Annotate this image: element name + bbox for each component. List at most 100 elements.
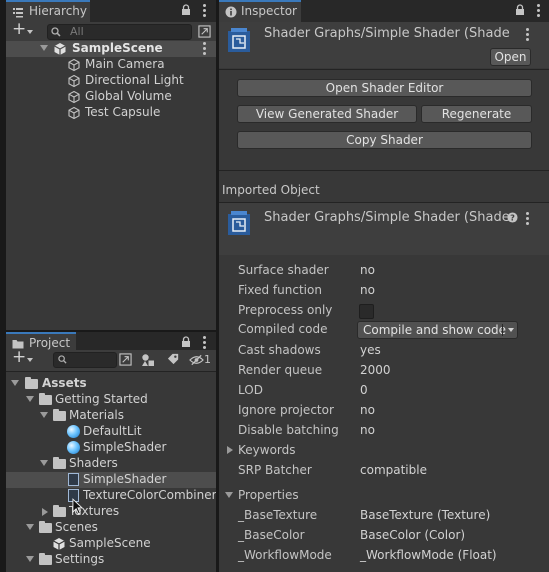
scene-menu-icon[interactable] — [203, 42, 207, 55]
lock-icon[interactable] — [181, 336, 191, 348]
inspector-menu-icon[interactable] — [537, 4, 541, 17]
project-tree-item[interactable]: Shaders — [6, 456, 216, 472]
foldout-icon[interactable] — [40, 460, 48, 466]
hidden-packages-icon[interactable] — [189, 354, 204, 366]
lock-icon[interactable] — [515, 4, 525, 16]
inspector-tab-label: Inspector — [241, 4, 297, 18]
property-label: Ignore projector — [238, 403, 334, 417]
project-tree-item[interactable]: Textures — [6, 504, 216, 520]
asset-header: Shader Graphs/Simple Shader (Shade Open — [219, 22, 549, 68]
foldout-icon[interactable] — [11, 380, 19, 386]
search-by-type-icon[interactable] — [119, 353, 132, 366]
project-item-label: SimpleShader — [83, 440, 167, 454]
srp-batcher-label: SRP Batcher — [238, 463, 312, 477]
folder-icon — [53, 505, 66, 517]
property-label: Fixed function — [238, 283, 322, 297]
srp-batcher-value: compatible — [360, 463, 427, 477]
shader-graph-icon — [68, 473, 79, 486]
search-icon — [58, 355, 67, 364]
properties-label: Properties — [238, 488, 299, 502]
hierarchy-item[interactable]: Test Capsule — [6, 105, 216, 121]
info-icon — [225, 6, 237, 18]
property-value: yes — [360, 343, 381, 357]
project-tree-item[interactable]: TextureColorCombiner — [6, 488, 216, 504]
hierarchy-item[interactable]: Global Volume — [6, 89, 216, 105]
property-value: no — [360, 423, 375, 437]
project-item-label: SimpleShader — [83, 472, 167, 486]
inspector-tab[interactable]: Inspector — [219, 0, 301, 22]
foldout-icon[interactable] — [40, 412, 48, 418]
keywords-label: Keywords — [238, 443, 296, 457]
keywords-foldout[interactable]: Keywords — [219, 442, 549, 460]
property-value: no — [360, 283, 375, 297]
foldout-icon — [225, 492, 233, 498]
filter-by-type-icon[interactable] — [141, 353, 155, 367]
chevron-down-icon — [27, 358, 33, 362]
shader-property-row: _BaseTexture BaseTexture (Texture) — [219, 507, 549, 525]
property-label: Surface shader — [238, 263, 329, 277]
hierarchy-item[interactable]: Directional Light — [6, 73, 216, 89]
project-add-button[interactable]: + — [10, 347, 36, 370]
unity-scene-icon — [53, 538, 65, 550]
folder-icon — [53, 457, 66, 469]
filter-by-label-icon[interactable] — [167, 353, 180, 366]
scene-name: SampleScene — [72, 41, 163, 55]
asset-menu-icon[interactable] — [526, 28, 530, 41]
foldout-icon[interactable] — [26, 524, 34, 530]
project-tree-item[interactable]: DefaultLit — [6, 424, 216, 440]
project-tree-item[interactable]: Getting Started — [6, 392, 216, 408]
foldout-icon[interactable] — [40, 45, 48, 51]
project-toolbar: + 1 — [6, 347, 216, 372]
gameobject-icon — [68, 90, 80, 104]
regenerate-button[interactable]: Regenerate — [421, 105, 532, 123]
help-icon[interactable]: ? — [507, 212, 518, 223]
project-menu-icon[interactable] — [203, 336, 207, 349]
project-item-label: Materials — [69, 408, 125, 422]
project-tree-item[interactable]: Materials — [6, 408, 216, 424]
hierarchy-add-button[interactable]: + — [10, 19, 36, 42]
lock-icon[interactable] — [181, 4, 191, 16]
property-row: Cast shadows yes — [219, 342, 549, 360]
plus-icon: + — [12, 19, 27, 39]
divider — [502, 324, 503, 336]
view-generated-shader-button[interactable]: View Generated Shader — [237, 105, 417, 123]
list-icon — [13, 8, 23, 18]
project-search-input[interactable] — [53, 352, 117, 368]
project-tree-item[interactable]: Scenes — [6, 520, 216, 536]
imported-object-menu-icon[interactable] — [526, 212, 530, 225]
chevron-down-icon — [27, 30, 33, 34]
project-tree-item[interactable]: SimpleShader — [6, 440, 216, 456]
property-row: LOD 0 — [219, 382, 549, 400]
properties-foldout[interactable]: Properties — [219, 487, 549, 505]
project-item-label: DefaultLit — [83, 424, 142, 438]
open-shader-editor-button[interactable]: Open Shader Editor — [237, 79, 532, 97]
preprocess-only-checkbox[interactable] — [359, 304, 374, 319]
project-tree-item[interactable]: Settings — [6, 552, 216, 568]
foldout-icon[interactable] — [26, 396, 34, 402]
property-value: 2000 — [360, 363, 391, 377]
scene-filter-icon[interactable] — [198, 25, 211, 38]
hierarchy-search-input[interactable]: All — [47, 24, 192, 40]
project-tree-item-selected[interactable]: SimpleShader — [6, 472, 216, 488]
shader-property-value: BaseColor (Color) — [360, 528, 466, 542]
hierarchy-menu-icon[interactable] — [203, 4, 207, 17]
folder-icon — [39, 393, 52, 405]
shader-property-row: _BaseColor BaseColor (Color) — [219, 527, 549, 545]
foldout-icon[interactable] — [26, 556, 34, 562]
hierarchy-item-label: Main Camera — [85, 57, 165, 71]
project-tree-item[interactable]: SampleScene — [6, 536, 216, 552]
separator — [219, 170, 549, 171]
compiled-code-dropdown[interactable]: Compile and show code — [357, 321, 518, 339]
shader-property-row: _WorkflowMode _WorkflowMode (Float) — [219, 547, 549, 565]
project-item-label: TextureColorCombiner — [83, 488, 216, 502]
project-tree-item[interactable]: Assets — [6, 376, 216, 392]
scene-row[interactable]: SampleScene — [6, 41, 216, 57]
property-value: 0 — [360, 383, 368, 397]
hierarchy-item[interactable]: Main Camera — [6, 57, 216, 73]
property-label: LOD — [238, 383, 263, 397]
open-button[interactable]: Open — [490, 48, 531, 66]
folder-icon — [25, 377, 38, 389]
foldout-closed-icon[interactable] — [42, 508, 48, 516]
copy-shader-button[interactable]: Copy Shader — [237, 131, 532, 149]
hierarchy-tab-bar: Hierarchy — [6, 0, 216, 22]
